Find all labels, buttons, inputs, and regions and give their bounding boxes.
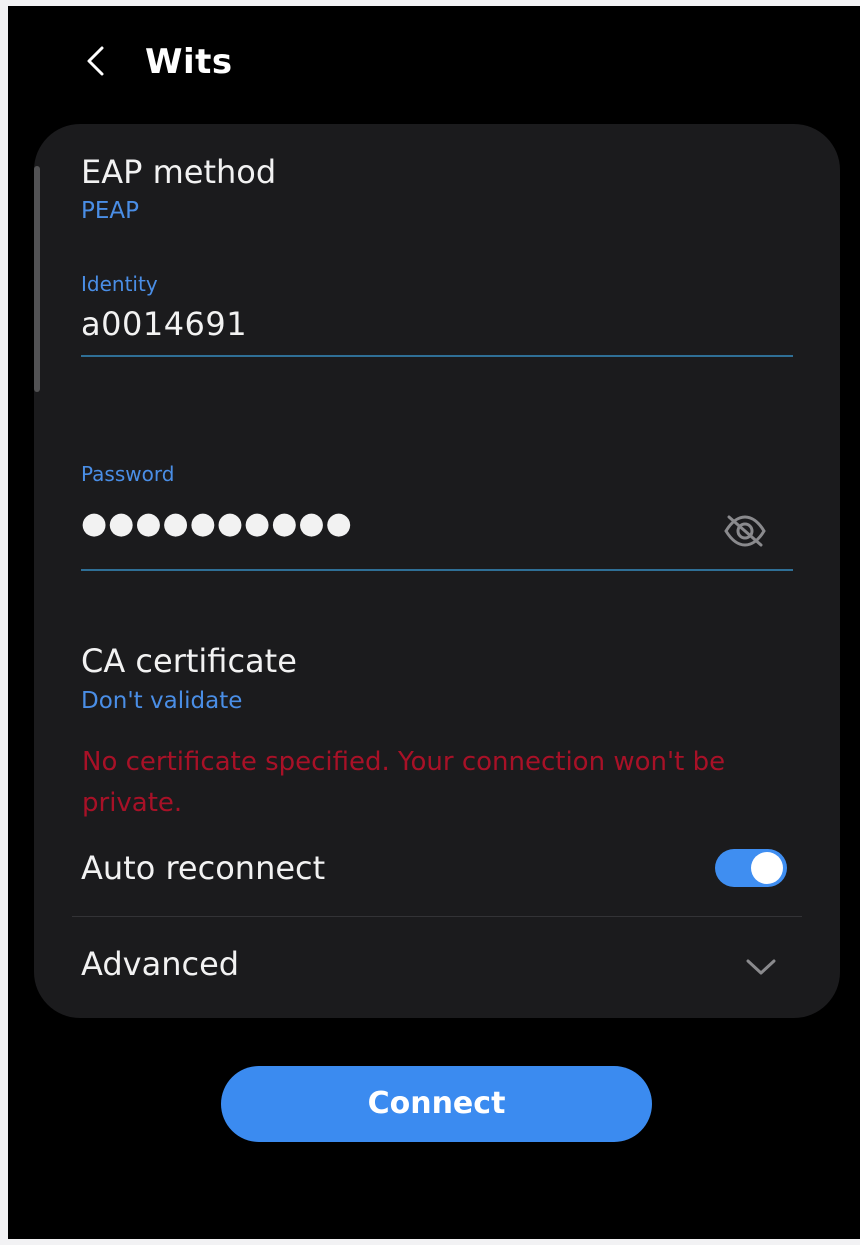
eye-slash-icon <box>724 515 766 547</box>
back-button[interactable] <box>72 36 122 86</box>
password-underline <box>81 569 793 571</box>
scrollbar[interactable] <box>34 166 40 392</box>
auto-reconnect-toggle[interactable] <box>715 849 787 887</box>
auto-reconnect-label: Auto reconnect <box>81 849 326 887</box>
divider <box>72 916 802 917</box>
advanced-label: Advanced <box>81 945 240 983</box>
password-visibility-toggle[interactable] <box>720 509 770 553</box>
eap-method-value: PEAP <box>81 198 140 224</box>
identity-input[interactable]: a0014691 <box>81 304 247 344</box>
certificate-warning: No certificate specified. Your connectio… <box>82 747 726 818</box>
ca-certificate-label: CA certificate <box>81 642 297 680</box>
identity-label: Identity <box>81 272 158 296</box>
chevron-left-icon <box>87 46 104 76</box>
screen: Wits EAP method PEAP Identity a0014691 P… <box>8 6 860 1239</box>
password-label: Password <box>81 462 175 486</box>
top-bar: Wits <box>8 6 860 116</box>
chevron-down-icon <box>746 959 776 975</box>
ca-certificate-value: Don't validate <box>81 688 243 714</box>
identity-underline <box>81 355 793 357</box>
password-input[interactable]: ●●●●●●●●●● <box>81 506 353 542</box>
toggle-knob <box>751 852 783 884</box>
eap-method-label: EAP method <box>81 153 277 191</box>
page-title: Wits <box>145 42 233 82</box>
connect-button[interactable]: Connect <box>221 1066 652 1142</box>
